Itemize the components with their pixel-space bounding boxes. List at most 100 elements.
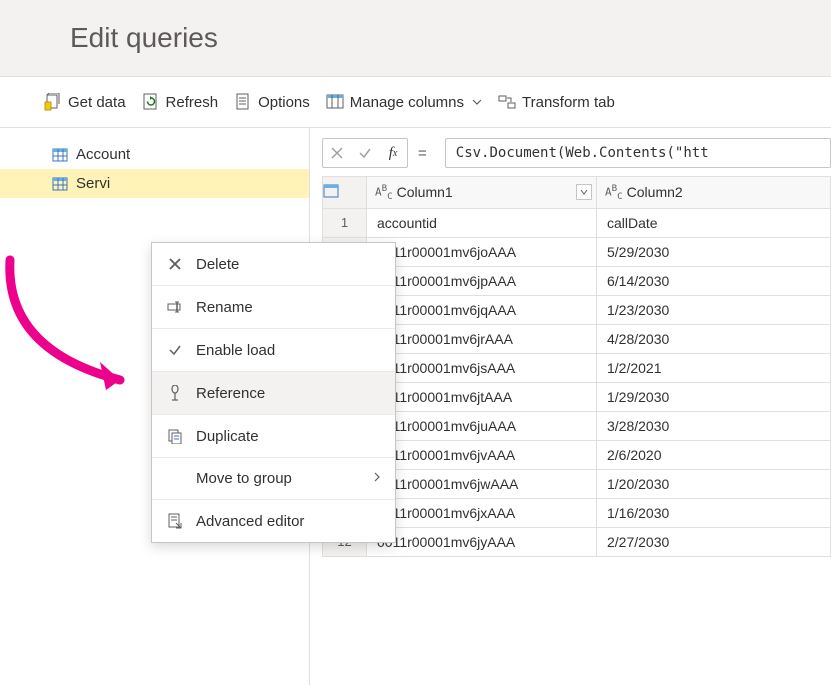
menu-advanced-editor[interactable]: Advanced editor	[152, 500, 395, 542]
menu-label: Move to group	[196, 470, 292, 487]
formula-equals: =	[408, 145, 437, 162]
cell[interactable]: 0011r00001mv6jvAAA	[367, 440, 597, 469]
context-menu: Delete Rename Enable load Reference Dupl…	[151, 242, 396, 543]
data-grid: ABC Column1 ABC Column2	[322, 176, 831, 557]
menu-enable-load[interactable]: Enable load	[152, 329, 395, 372]
cell[interactable]: 4/28/2030	[597, 324, 831, 353]
table-row[interactable]: 11 0011r00001mv6jxAAA 1/16/2030	[323, 498, 831, 527]
column-name: Column1	[397, 184, 453, 200]
cell[interactable]: 0011r00001mv6jxAAA	[367, 498, 597, 527]
transform-label: Transform tab	[522, 94, 615, 111]
table-row[interactable]: 3 0011r00001mv6jpAAA 6/14/2030	[323, 266, 831, 295]
formula-fx-button[interactable]: fx	[379, 139, 407, 167]
columns-icon	[326, 93, 344, 111]
table-row[interactable]: 12 0011r00001mv6jyAAA 2/27/2030	[323, 527, 831, 556]
cell[interactable]: 0011r00001mv6juAAA	[367, 411, 597, 440]
options-button[interactable]: Options	[228, 89, 316, 115]
cell[interactable]: 5/29/2030	[597, 237, 831, 266]
cell[interactable]: callDate	[597, 208, 831, 237]
get-data-label: Get data	[68, 94, 126, 111]
get-data-icon	[44, 93, 62, 111]
table-row[interactable]: 9 0011r00001mv6jvAAA 2/6/2020	[323, 440, 831, 469]
toolbar: Get data Refresh Options Manage columns …	[0, 77, 831, 128]
menu-move-to-group[interactable]: Move to group	[152, 458, 395, 500]
chevron-down-icon	[472, 94, 482, 111]
delete-icon	[166, 255, 184, 273]
page-title: Edit queries	[70, 22, 831, 54]
rownum-header[interactable]	[323, 177, 367, 209]
table-row[interactable]: 6 0011r00001mv6jsAAA 1/2/2021	[323, 353, 831, 382]
menu-reference[interactable]: Reference	[152, 372, 395, 415]
options-icon	[234, 93, 252, 111]
column-header-2[interactable]: ABC Column2	[597, 177, 831, 209]
cell[interactable]: accountid	[367, 208, 597, 237]
reference-icon	[166, 384, 184, 402]
chevron-right-icon	[373, 470, 381, 487]
cell[interactable]: 1/16/2030	[597, 498, 831, 527]
cell[interactable]: 0011r00001mv6joAAA	[367, 237, 597, 266]
table-icon	[52, 147, 68, 163]
refresh-label: Refresh	[166, 94, 219, 111]
cell[interactable]: 3/28/2030	[597, 411, 831, 440]
advanced-editor-icon	[166, 512, 184, 530]
refresh-icon	[142, 93, 160, 111]
cell[interactable]: 0011r00001mv6jwAAA	[367, 469, 597, 498]
cell[interactable]: 1/2/2021	[597, 353, 831, 382]
cell[interactable]: 1/29/2030	[597, 382, 831, 411]
menu-delete[interactable]: Delete	[152, 243, 395, 286]
cell[interactable]: 2/6/2020	[597, 440, 831, 469]
cell[interactable]: 2/27/2030	[597, 527, 831, 556]
manage-columns-label: Manage columns	[350, 94, 464, 111]
type-text-icon: ABC	[605, 183, 623, 202]
cell[interactable]: 0011r00001mv6jrAAA	[367, 324, 597, 353]
duplicate-icon	[166, 427, 184, 445]
rename-icon	[166, 298, 184, 316]
cell[interactable]: 1/20/2030	[597, 469, 831, 498]
content: Account Servi fx =	[0, 128, 831, 685]
table-row[interactable]: 4 0011r00001mv6jqAAA 1/23/2030	[323, 295, 831, 324]
column-header-1[interactable]: ABC Column1	[367, 177, 597, 209]
refresh-button[interactable]: Refresh	[136, 89, 225, 115]
formula-confirm-button[interactable]	[351, 139, 379, 167]
formula-cancel-button[interactable]	[323, 139, 351, 167]
menu-label: Enable load	[196, 342, 275, 359]
table-row[interactable]: 7 0011r00001mv6jtAAA 1/29/2030	[323, 382, 831, 411]
cell[interactable]: 0011r00001mv6jyAAA	[367, 527, 597, 556]
formula-bar: fx =	[322, 138, 831, 168]
menu-duplicate[interactable]: Duplicate	[152, 415, 395, 458]
formula-input[interactable]	[445, 138, 831, 168]
cell[interactable]: 0011r00001mv6jsAAA	[367, 353, 597, 382]
menu-label: Advanced editor	[196, 513, 304, 530]
query-item-service[interactable]: Servi	[0, 169, 309, 198]
cell[interactable]: 0011r00001mv6jqAAA	[367, 295, 597, 324]
menu-label: Duplicate	[196, 428, 259, 445]
menu-label: Reference	[196, 385, 265, 402]
menu-label: Rename	[196, 299, 253, 316]
cell[interactable]: 6/14/2030	[597, 266, 831, 295]
cell[interactable]: 1/23/2030	[597, 295, 831, 324]
table-row[interactable]: 5 0011r00001mv6jrAAA 4/28/2030	[323, 324, 831, 353]
transform-table-button[interactable]: Transform tab	[492, 89, 621, 115]
table-row[interactable]: 8 0011r00001mv6juAAA 3/28/2030	[323, 411, 831, 440]
cell[interactable]: 0011r00001mv6jtAAA	[367, 382, 597, 411]
query-name: Account	[76, 146, 130, 163]
query-name: Servi	[76, 175, 110, 192]
manage-columns-button[interactable]: Manage columns	[320, 89, 488, 115]
transform-icon	[498, 93, 516, 111]
row-number: 1	[323, 208, 367, 237]
table-row[interactable]: 2 0011r00001mv6joAAA 5/29/2030	[323, 237, 831, 266]
menu-rename[interactable]: Rename	[152, 286, 395, 329]
table-row[interactable]: 1 accountid callDate	[323, 208, 831, 237]
get-data-button[interactable]: Get data	[38, 89, 132, 115]
header: Edit queries	[0, 0, 831, 77]
formula-buttons: fx	[322, 138, 408, 168]
menu-label: Delete	[196, 256, 239, 273]
table-icon	[52, 176, 68, 192]
column-filter-button[interactable]	[576, 184, 592, 200]
query-item-account[interactable]: Account	[0, 140, 309, 169]
check-icon	[166, 341, 184, 359]
column-name: Column2	[627, 184, 683, 200]
options-label: Options	[258, 94, 310, 111]
table-row[interactable]: 10 0011r00001mv6jwAAA 1/20/2030	[323, 469, 831, 498]
cell[interactable]: 0011r00001mv6jpAAA	[367, 266, 597, 295]
